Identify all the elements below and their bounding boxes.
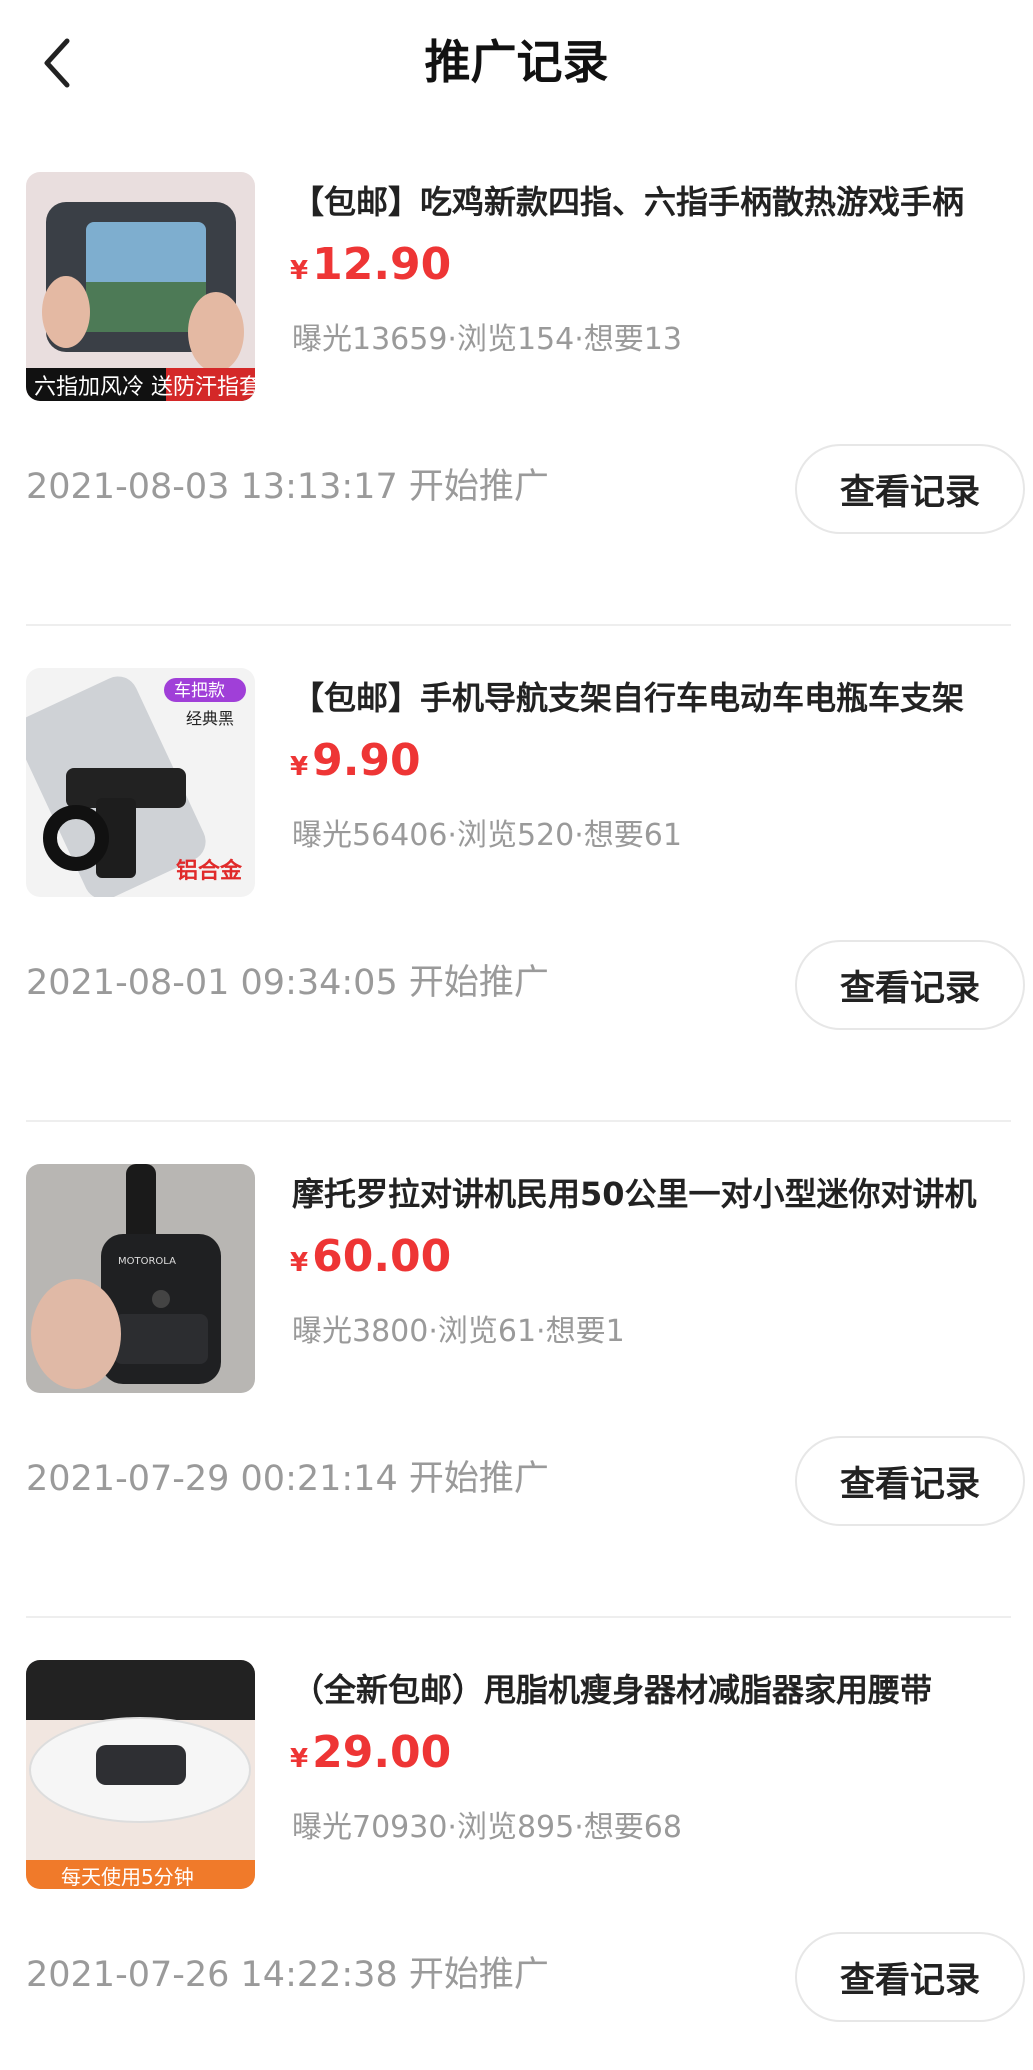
product-thumbnail[interactable]: MOTOROLA	[26, 1164, 255, 1393]
promotion-start-date: 2021-07-29 00:21:14 开始推广	[26, 1459, 549, 1499]
product-stats: 曝光13659·浏览154·想要13	[292, 322, 682, 357]
product-stats: 曝光56406·浏览520·想要61	[292, 818, 682, 853]
promotion-item[interactable]: 车把款 经典黑 铝合金 【包邮】手机导航支架自行车电动车电瓶车支架 ¥9.90 …	[0, 626, 1033, 1122]
promotion-item[interactable]: 六指加风冷 送防汗指套 【包邮】吃鸡新款四指、六指手柄散热游戏手柄 ¥12.90…	[0, 130, 1033, 626]
svg-text:MOTOROLA: MOTOROLA	[118, 1256, 176, 1267]
product-title[interactable]: 【包邮】吃鸡新款四指、六指手柄散热游戏手柄	[292, 180, 1012, 224]
svg-text:每天使用5分钟: 每天使用5分钟	[61, 1865, 194, 1889]
product-thumbnail[interactable]: 车把款 经典黑 铝合金	[26, 668, 255, 897]
thumb-label: 六指加风冷 送防汗指套	[34, 375, 255, 400]
product-price: ¥60.00	[290, 1231, 452, 1282]
promotion-start-date: 2021-08-01 09:34:05 开始推广	[26, 963, 549, 1003]
product-stats: 曝光70930·浏览895·想要68	[292, 1810, 682, 1845]
product-price: ¥29.00	[290, 1727, 452, 1778]
product-title[interactable]: 摩托罗拉对讲机民用50公里一对小型迷你对讲机	[292, 1172, 1012, 1216]
promotion-item[interactable]: 每天使用5分钟 （全新包邮）甩脂机瘦身器材减脂器家用腰带 ¥29.00 曝光70…	[0, 1618, 1033, 2070]
view-record-button[interactable]: 查看记录	[795, 444, 1025, 534]
view-record-button[interactable]: 查看记录	[795, 1932, 1025, 2022]
product-title[interactable]: （全新包邮）甩脂机瘦身器材减脂器家用腰带	[292, 1668, 1012, 1712]
svg-text:经典黑: 经典黑	[186, 709, 234, 728]
svg-text:车把款: 车把款	[174, 681, 225, 701]
product-title[interactable]: 【包邮】手机导航支架自行车电动车电瓶车支架	[292, 676, 1012, 720]
svg-text:铝合金: 铝合金	[176, 858, 243, 884]
view-record-button[interactable]: 查看记录	[795, 940, 1025, 1030]
header-bar: 推广记录	[0, 0, 1033, 130]
product-thumbnail[interactable]: 六指加风冷 送防汗指套	[26, 172, 255, 401]
promotion-records-page: 推广记录 六指加风冷 送防汗指套 【包邮】吃鸡新款四指、六指手柄散热游戏手柄 ¥…	[0, 0, 1033, 2070]
view-record-button[interactable]: 查看记录	[795, 1436, 1025, 1526]
promotion-item[interactable]: MOTOROLA 摩托罗拉对讲机民用50公里一对小型迷你对讲机 ¥60.00 曝…	[0, 1122, 1033, 1618]
promotion-start-date: 2021-08-03 13:13:17 开始推广	[26, 467, 549, 507]
product-thumbnail[interactable]: 每天使用5分钟	[26, 1660, 255, 1889]
promotion-start-date: 2021-07-26 14:22:38 开始推广	[26, 1955, 549, 1995]
product-stats: 曝光3800·浏览61·想要1	[292, 1314, 625, 1349]
page-title: 推广记录	[424, 35, 609, 89]
product-price: ¥9.90	[290, 735, 421, 786]
product-price: ¥12.90	[290, 239, 452, 290]
